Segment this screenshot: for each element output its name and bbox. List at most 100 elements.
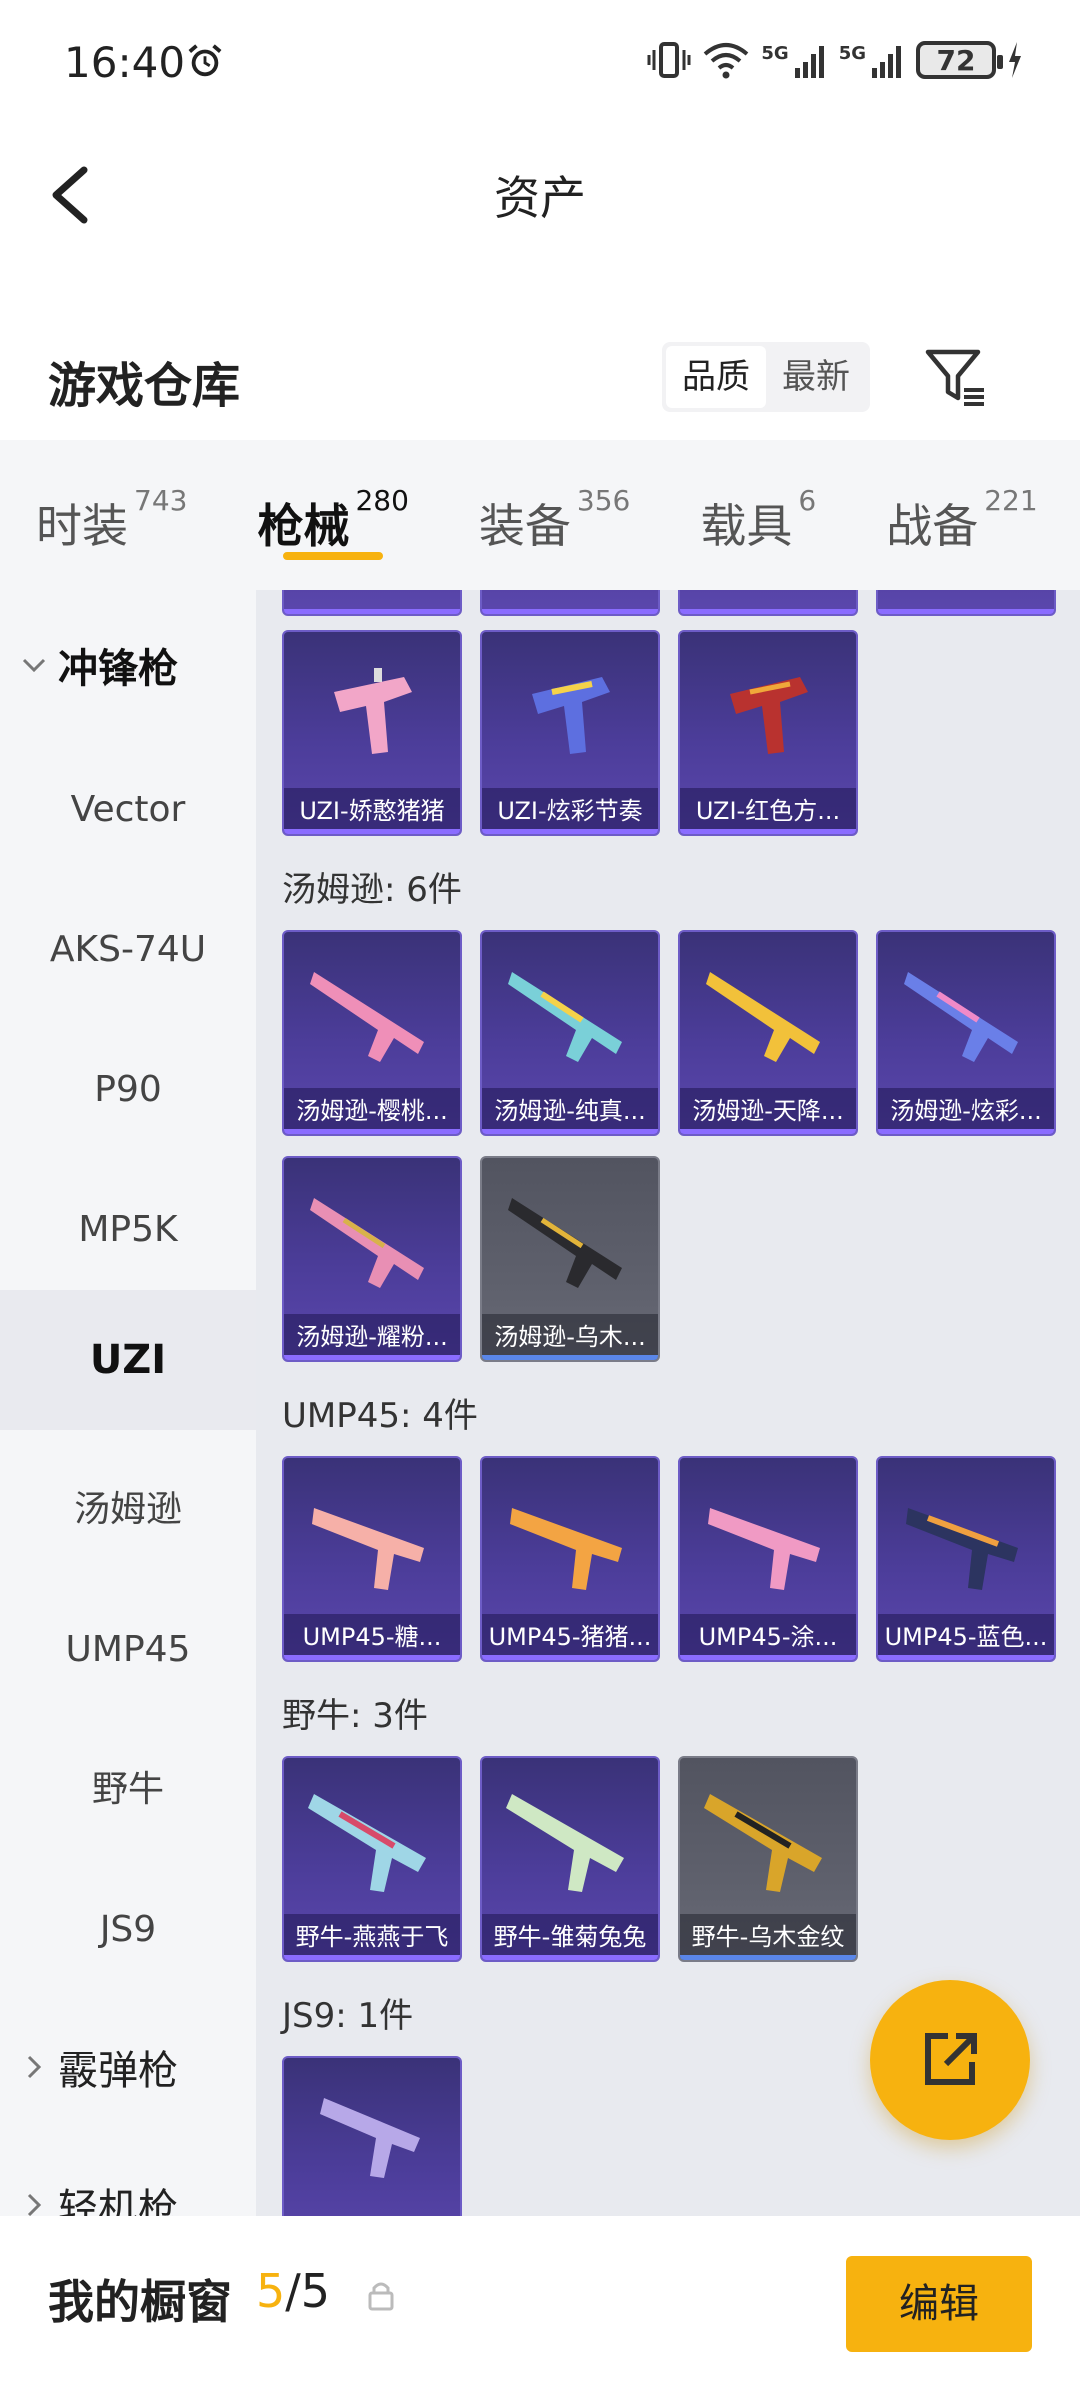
weapon-card[interactable]: UMP45-糖... <box>282 1456 462 1662</box>
sort-toggle: 品质 最新 <box>662 342 870 412</box>
weapon-card[interactable]: UMP45-猪猪... <box>480 1456 660 1662</box>
rarity-stripe <box>878 1129 1054 1134</box>
weapon-card[interactable]: 汤姆逊-耀粉... <box>282 1156 462 1362</box>
sidebar-item-ump45[interactable]: UMP45 <box>0 1620 256 1680</box>
weapon-card[interactable]: 野牛-乌木金纹 <box>678 1756 858 1962</box>
uzi-skin-image <box>532 677 610 754</box>
weapon-card[interactable]: 汤姆逊-乌木... <box>480 1156 660 1362</box>
weapon-name: UZI-红色方... <box>680 788 856 834</box>
weapon-name: UMP45-糖... <box>284 1614 460 1660</box>
tab-label: 枪械 <box>257 499 350 553</box>
tab-label: 战备 <box>886 499 979 553</box>
weapon-card[interactable]: 汤姆逊-炫彩... <box>876 930 1056 1136</box>
chevron-right-icon <box>27 2193 42 2216</box>
sort-quality-option[interactable]: 品质 <box>666 346 766 408</box>
status-bar: 16:40 5G 5G 72 <box>0 0 1080 120</box>
uzi-skin-image <box>730 677 808 754</box>
showcase-separator: / <box>285 2264 301 2318</box>
showcase-current: 5 <box>256 2264 286 2318</box>
bottom-bar: 我的橱窗 5/5 编辑 <box>0 2216 1080 2382</box>
charging-icon <box>1009 42 1021 78</box>
weapon-name: 汤姆逊-天降... <box>680 1088 856 1134</box>
lock-icon <box>368 2282 394 2311</box>
rarity-stripe <box>680 1955 856 1960</box>
weapon-card[interactable]: UZI-娇憨猪猪 <box>282 630 462 836</box>
weapon-name: 野牛-燕燕于飞 <box>284 1914 460 1960</box>
weapon-name: 野牛-乌木金纹 <box>680 1914 856 1960</box>
share-button[interactable] <box>870 1980 1030 2140</box>
ump45-skin-image <box>312 1508 424 1590</box>
weapon-card[interactable]: UMP45-涂... <box>678 1456 858 1662</box>
sidebar-group-label: 轻机枪 <box>58 2186 178 2216</box>
weapon-name: UZI-娇憨猪猪 <box>284 788 460 834</box>
sidebar-item-thompson[interactable]: 汤姆逊 <box>0 1480 256 1540</box>
weapon-name: 汤姆逊-樱桃... <box>284 1088 460 1134</box>
weapon-name: 汤姆逊-炫彩... <box>878 1088 1054 1134</box>
weapon-name: 汤姆逊-乌木... <box>482 1314 658 1360</box>
sort-latest-option[interactable]: 最新 <box>766 346 866 408</box>
weapon-card[interactable]: UZI-炫彩节奏 <box>480 630 660 836</box>
group-label-thompson: 汤姆逊: 6件 <box>282 870 462 910</box>
network-label-2: 5G <box>838 42 866 64</box>
weapon-card[interactable] <box>678 590 858 616</box>
sidebar-item-js9[interactable]: JS9 <box>0 1900 256 1960</box>
rarity-stripe <box>482 1355 658 1360</box>
weapon-card[interactable] <box>282 590 462 616</box>
weapon-card[interactable] <box>480 590 660 616</box>
weapon-name: UZI-炫彩节奏 <box>482 788 658 834</box>
sidebar-group-shotgun[interactable]: 霰弹枪 <box>20 2038 178 2096</box>
vibrate-icon <box>647 42 691 78</box>
tab-fashion[interactable]: 时装 743 <box>36 440 187 590</box>
rarity-stripe <box>284 1129 460 1134</box>
showcase-count: 5/5 <box>256 2264 330 2318</box>
weapon-card[interactable]: 汤姆逊-樱桃... <box>282 930 462 1136</box>
tab-equipment[interactable]: 装备 356 <box>479 440 630 590</box>
group-label-ump45: UMP45: 4件 <box>282 1396 478 1436</box>
sidebar-group-smg[interactable]: 冲锋枪 <box>20 636 178 694</box>
sidebar-item-mp5k[interactable]: MP5K <box>0 1200 256 1260</box>
tab-supplies[interactable]: 战备 221 <box>886 440 1037 590</box>
group-label-js9: JS9: 1件 <box>282 1996 414 2036</box>
weapon-name: 汤姆逊-纯真... <box>482 1088 658 1134</box>
weapon-grid: UZI-娇憨猪猪 UZI-炫彩节奏 UZI-红色方... 汤姆逊: 6件 汤姆逊… <box>256 590 1080 2216</box>
weapon-card[interactable]: UZI-红色方... <box>678 630 858 836</box>
bizon-skin-image <box>308 1794 426 1892</box>
weapon-card[interactable] <box>876 590 1056 616</box>
uzi-skin-image <box>334 668 412 754</box>
sidebar-item-aks74u[interactable]: AKS-74U <box>0 920 256 980</box>
tab-count: 356 <box>576 484 631 517</box>
page-title: 资产 <box>494 171 586 225</box>
tab-firearms[interactable]: 枪械 280 <box>257 440 409 590</box>
tab-vehicles[interactable]: 载具 6 <box>700 440 816 590</box>
network-label-1: 5G <box>761 42 789 64</box>
edit-button[interactable]: 编辑 <box>846 2256 1032 2352</box>
status-time: 16:40 <box>64 38 186 87</box>
weapon-card[interactable]: UMP45-蓝色... <box>876 1456 1056 1662</box>
alarm-icon <box>188 44 222 77</box>
thompson-skin-image <box>508 972 622 1062</box>
signal-icon <box>872 46 901 78</box>
sidebar-item-p90[interactable]: P90 <box>0 1060 256 1120</box>
category-tabs: 时装 743 枪械 280 装备 356 载具 6 战备 221 <box>0 440 1080 590</box>
tab-count: 6 <box>798 484 817 517</box>
sidebar-item-vector[interactable]: Vector <box>0 780 256 840</box>
weapon-card[interactable] <box>282 2056 462 2216</box>
sidebar-item-bizon[interactable]: 野牛 <box>0 1760 256 1820</box>
weapon-name: UMP45-涂... <box>680 1614 856 1660</box>
weapon-card[interactable]: 汤姆逊-纯真... <box>480 930 660 1136</box>
thompson-skin-image <box>310 972 424 1062</box>
weapon-card[interactable]: 汤姆逊-天降... <box>678 930 858 1136</box>
tab-label: 时装 <box>36 499 128 553</box>
weapon-card[interactable]: 野牛-燕燕于飞 <box>282 1756 462 1962</box>
chevron-down-icon <box>22 658 46 673</box>
filter-icon[interactable] <box>922 344 988 410</box>
battery-indicator: 72 <box>916 41 1003 79</box>
sidebar-group-lmg[interactable]: 轻机枪 <box>20 2176 178 2216</box>
warehouse-header: 游戏仓库 品质 最新 <box>0 320 1080 440</box>
weapon-card[interactable]: 野牛-雏菊兔兔 <box>480 1756 660 1962</box>
sidebar-item-uzi[interactable]: UZI <box>0 1290 256 1430</box>
ump45-skin-image <box>906 1508 1018 1590</box>
rarity-stripe <box>482 1655 658 1660</box>
tab-label: 载具 <box>700 499 793 553</box>
thompson-skin-image <box>508 1198 622 1288</box>
